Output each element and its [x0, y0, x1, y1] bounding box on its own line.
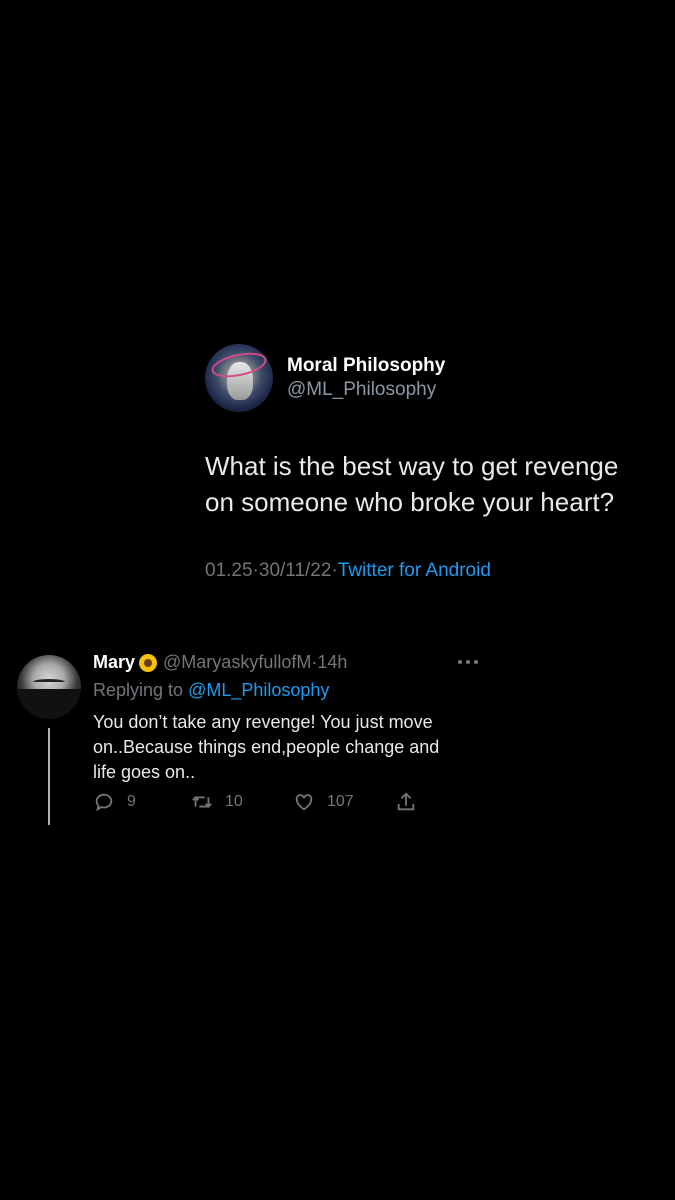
tweet-source-link[interactable]: Twitter for Android — [338, 560, 491, 582]
avatar-eyes-graphic — [33, 679, 65, 685]
retweet-count: 10 — [225, 793, 243, 810]
reply-avatar[interactable] — [17, 655, 81, 719]
like-button[interactable]: 107 — [293, 791, 354, 813]
like-count: 107 — [327, 793, 354, 810]
tweet-time[interactable]: 01.25 — [205, 560, 253, 582]
reply-display-name[interactable]: Mary — [93, 652, 135, 673]
reply-text: You don’t take any revenge! You just mov… — [93, 712, 440, 782]
reply-age[interactable]: 14h — [317, 652, 347, 673]
tweet-text: What is the best way to get revenge on s… — [205, 451, 619, 517]
sunflower-icon — [139, 653, 158, 672]
author-avatar[interactable] — [205, 344, 273, 412]
thread-line — [48, 728, 50, 825]
tweet-detail-page: Moral Philosophy @ML_Philosophy What is … — [0, 0, 675, 1200]
reply-count: 9 — [127, 793, 136, 810]
author-display-name[interactable]: Moral Philosophy — [287, 354, 445, 378]
replying-to-line: Replying to @ML_Philosophy — [93, 680, 329, 701]
retweet-icon — [192, 796, 212, 808]
more-options-icon[interactable] — [458, 660, 478, 664]
share-icon — [397, 792, 415, 811]
reply-handle[interactable]: @MaryaskyfullofM — [163, 652, 311, 673]
tweet-meta: 01.25 · 30/11/22 · Twitter for Android — [205, 560, 491, 582]
reply-button[interactable]: 9 — [93, 791, 136, 813]
reply-author: Mary @MaryaskyfullofM · 14h — [93, 652, 347, 673]
author-handle[interactable]: @ML_Philosophy — [287, 378, 445, 402]
replying-prefix: Replying to — [93, 680, 189, 700]
reply-actions: 9 10 107 — [93, 791, 433, 815]
replying-mention-link[interactable]: @ML_Philosophy — [188, 680, 329, 700]
tweet-date[interactable]: 30/11/22 — [259, 560, 332, 582]
heart-icon — [295, 794, 313, 811]
tweet-author[interactable]: Moral Philosophy @ML_Philosophy — [205, 344, 445, 412]
comment-icon — [95, 793, 113, 812]
retweet-button[interactable]: 10 — [191, 791, 243, 813]
share-button[interactable] — [395, 791, 429, 813]
author-names: Moral Philosophy @ML_Philosophy — [287, 354, 445, 402]
avatar-veil-graphic — [17, 689, 81, 719]
